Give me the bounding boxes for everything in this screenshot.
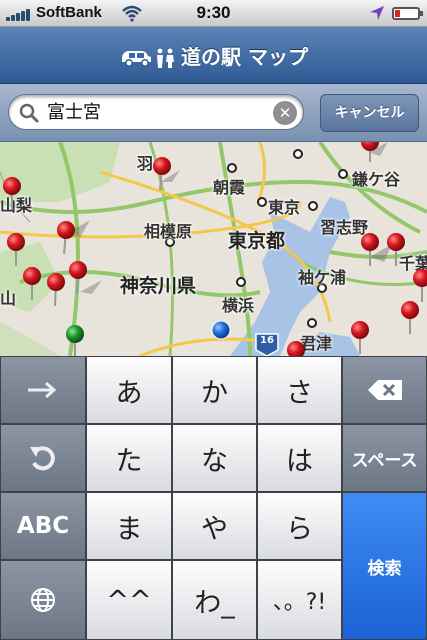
car-restroom-icon <box>122 48 175 68</box>
screen: { "status":{"carrier":"SoftBank","time":… <box>0 0 427 640</box>
green-pin-icon[interactable] <box>66 325 84 343</box>
status-time: 9:30 <box>196 3 231 22</box>
map-view[interactable]: 羽 朝霞 鎌ケ谷 山梨 相模原 東京 習志野 東京都 千葉 袖ケ浦 神奈川県 横… <box>0 142 427 356</box>
location-arrow-icon <box>370 6 384 20</box>
navigation-bar: 道の駅 マップ <box>0 27 427 84</box>
kana-key[interactable]: あ <box>86 356 172 424</box>
space-key-label: スペース <box>351 450 418 471</box>
kana-key[interactable]: ま <box>86 492 172 560</box>
undo-icon <box>30 446 55 471</box>
globe-icon <box>31 588 55 612</box>
abc-key[interactable]: ABC <box>0 492 86 560</box>
status-bar: SoftBank 9:30 <box>0 0 427 27</box>
kana-key[interactable]: わ_ <box>172 560 257 640</box>
punctuation-key[interactable]: 、。?! <box>257 560 342 640</box>
kana-key[interactable]: さ <box>257 356 342 424</box>
app-title: 道の駅 マップ <box>0 41 427 70</box>
arrow-right-key[interactable] <box>0 356 86 424</box>
kana-key[interactable]: な <box>172 424 257 492</box>
kana-key[interactable]: ら <box>257 492 342 560</box>
search-input[interactable] <box>47 100 267 121</box>
search-key-label: 検索 <box>367 558 402 579</box>
cancel-button[interactable]: キャンセル <box>320 94 419 132</box>
arrow-right-icon <box>28 381 57 399</box>
space-key[interactable]: スペース <box>342 424 427 492</box>
japanese-keyboard: あ か さ た な は スペース ABC ま や ら 検索 ^^ わ_ 、。?! <box>0 356 427 640</box>
search-key[interactable]: 検索 <box>342 492 427 640</box>
current-location-icon <box>211 320 231 340</box>
kana-key[interactable]: か <box>172 356 257 424</box>
backspace-key[interactable] <box>342 356 427 424</box>
backspace-icon <box>367 380 402 400</box>
search-field[interactable]: ✕ <box>8 94 304 130</box>
battery-low-icon <box>392 7 423 20</box>
kana-key[interactable]: や <box>172 492 257 560</box>
kana-key[interactable]: は <box>257 424 342 492</box>
undo-key[interactable] <box>0 424 86 492</box>
search-bar: ✕ キャンセル <box>0 84 427 142</box>
globe-key[interactable] <box>0 560 86 640</box>
kaomoji-key[interactable]: ^^ <box>86 560 172 640</box>
search-icon <box>19 103 39 123</box>
app-title-text: 道の駅 マップ <box>181 45 308 69</box>
abc-key-label: ABC <box>16 513 70 539</box>
pins-layer <box>3 142 427 356</box>
clear-icon[interactable]: ✕ <box>273 101 297 125</box>
kana-key[interactable]: た <box>86 424 172 492</box>
